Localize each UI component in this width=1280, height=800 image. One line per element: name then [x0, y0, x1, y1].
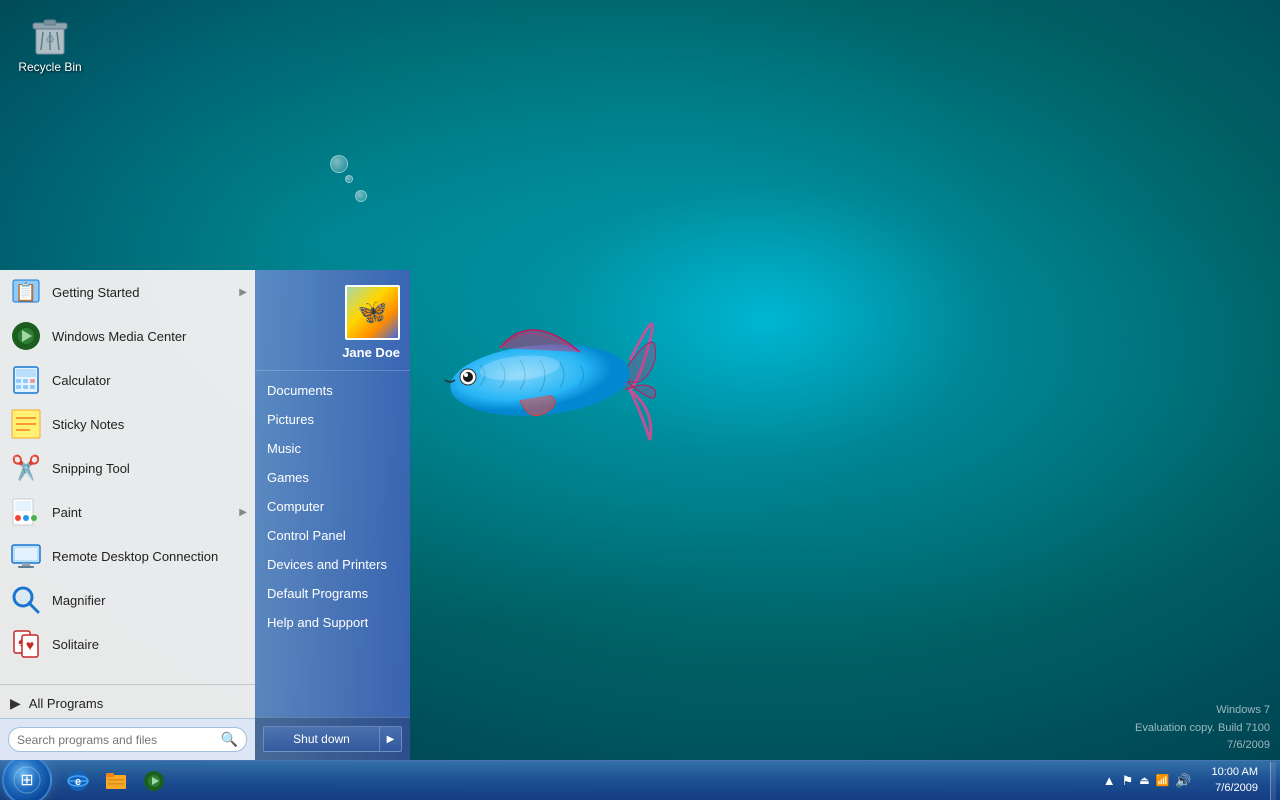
tray-signal-icon[interactable]: 📶 [1156, 774, 1170, 787]
start-item-magnifier[interactable]: Magnifier [0, 578, 255, 622]
desktop: ♻ Recycle Bin Windows 7 Evaluation copy.… [0, 0, 1280, 800]
right-item-1[interactable]: Pictures [255, 405, 410, 434]
start-menu-left-panel: 📋 Getting Started ▶ Windows Media Center Cal… [0, 270, 255, 760]
system-tray: ▲ ⚑ ⏏ 📶 🔊 10:00 AM 7/6/2009 [1095, 761, 1280, 800]
shutdown-button[interactable]: Shut down [263, 726, 380, 752]
taskbar-explorer-icon[interactable] [98, 763, 134, 799]
sticky-notes-icon [10, 408, 42, 440]
right-item-6[interactable]: Devices and Printers [255, 550, 410, 579]
svg-text:📋: 📋 [15, 281, 37, 302]
solitaire-icon: ♠♥ [10, 628, 42, 660]
svg-text:⊞: ⊞ [20, 772, 33, 789]
right-item-0[interactable]: Documents [255, 376, 410, 405]
recycle-bin-graphic: ♻ [26, 10, 74, 58]
start-search-area: 🔍 [0, 718, 255, 760]
right-item-5[interactable]: Control Panel [255, 521, 410, 550]
start-item-calculator[interactable]: Calculator [0, 358, 255, 402]
magnifier-icon [10, 584, 42, 616]
shutdown-arrow-button[interactable]: ▶ [380, 726, 402, 752]
search-input[interactable] [17, 733, 217, 747]
search-input-wrap[interactable]: 🔍 [8, 727, 247, 752]
all-programs-label: All Programs [29, 696, 103, 711]
tray-usb-icon[interactable]: ⏏ [1139, 774, 1149, 787]
start-item-arrow-5: ▶ [239, 507, 247, 518]
start-item-getting-started[interactable]: 📋 Getting Started ▶ [0, 270, 255, 314]
clock-date: 7/6/2009 [1212, 781, 1258, 796]
remote-desktop-icon [10, 540, 42, 572]
getting-started-icon: 📋 [10, 276, 42, 308]
start-item-snipping-tool[interactable]: ✂️ Snipping Tool [0, 446, 255, 490]
recycle-bin-icon[interactable]: ♻ Recycle Bin [10, 10, 90, 74]
user-area[interactable]: 🦋 Jane Doe [255, 270, 410, 371]
recycle-bin-label: Recycle Bin [18, 60, 81, 74]
svg-text:♥: ♥ [26, 637, 34, 653]
calculator-icon [10, 364, 42, 396]
taskbar-ie-icon[interactable]: e [60, 763, 96, 799]
show-desktop-button[interactable] [1270, 762, 1276, 800]
taskbar-pinned-icons: e [60, 763, 172, 799]
start-item-remote-desktop[interactable]: Remote Desktop Connection [0, 534, 255, 578]
right-item-4[interactable]: Computer [255, 492, 410, 521]
start-orb: ⊞ [2, 755, 52, 800]
start-item-arrow-0: ▶ [239, 287, 247, 298]
tray-flag-icon[interactable]: ⚑ [1122, 773, 1134, 789]
start-menu-right-panel: 🦋 Jane Doe DocumentsPicturesMusicGamesCo… [255, 270, 410, 760]
start-item-label-7: Magnifier [52, 593, 105, 608]
clock-area[interactable]: 10:00 AM 7/6/2009 [1204, 765, 1266, 796]
all-programs-item[interactable]: ▶ All Programs [0, 689, 255, 718]
snipping-tool-icon: ✂️ [10, 452, 42, 484]
start-item-label-5: Paint [52, 505, 82, 520]
taskbar-media-icon[interactable] [136, 763, 172, 799]
start-item-label-6: Remote Desktop Connection [52, 549, 218, 564]
right-item-7[interactable]: Default Programs [255, 579, 410, 608]
windows-watermark: Windows 7 Evaluation copy. Build 7100 7/… [1135, 702, 1270, 755]
paint-icon [10, 496, 42, 528]
start-menu-right-items: DocumentsPicturesMusicGamesComputerContr… [255, 371, 410, 717]
start-item-media-center[interactable]: Windows Media Center [0, 314, 255, 358]
start-item-label-3: Sticky Notes [52, 417, 124, 432]
taskbar: ⊞ e [0, 760, 1280, 800]
start-menu-items: 📋 Getting Started ▶ Windows Media Center Cal… [0, 270, 255, 680]
start-item-label-8: Solitaire [52, 637, 99, 652]
svg-text:♻: ♻ [45, 34, 55, 46]
fish-decoration [400, 280, 660, 500]
start-item-label-2: Calculator [52, 373, 111, 388]
svg-text:✂️: ✂️ [11, 453, 41, 482]
right-item-3[interactable]: Games [255, 463, 410, 492]
start-item-paint[interactable]: Paint ▶ [0, 490, 255, 534]
right-item-8[interactable]: Help and Support [255, 608, 410, 637]
search-icon: 🔍 [221, 731, 238, 748]
start-button[interactable]: ⊞ [0, 753, 54, 800]
svg-text:e: e [75, 776, 81, 788]
user-name: Jane Doe [342, 345, 400, 360]
user-avatar: 🦋 [345, 285, 400, 340]
tray-icons: ▲ ⚑ ⏏ 📶 🔊 [1095, 773, 1200, 789]
media-center-icon [10, 320, 42, 352]
start-menu: 📋 Getting Started ▶ Windows Media Center Cal… [0, 270, 410, 760]
right-item-2[interactable]: Music [255, 434, 410, 463]
start-item-label-0: Getting Started [52, 285, 139, 300]
clock-time: 10:00 AM [1212, 765, 1258, 780]
start-item-solitaire[interactable]: ♠♥ Solitaire [0, 622, 255, 666]
shutdown-area: Shut down ▶ [255, 717, 410, 760]
start-item-label-1: Windows Media Center [52, 329, 186, 344]
tray-volume-icon[interactable]: 🔊 [1175, 773, 1191, 789]
tray-network-icon[interactable]: ▲ [1103, 773, 1116, 788]
start-item-label-4: Snipping Tool [52, 461, 130, 476]
start-item-sticky-notes[interactable]: Sticky Notes [0, 402, 255, 446]
